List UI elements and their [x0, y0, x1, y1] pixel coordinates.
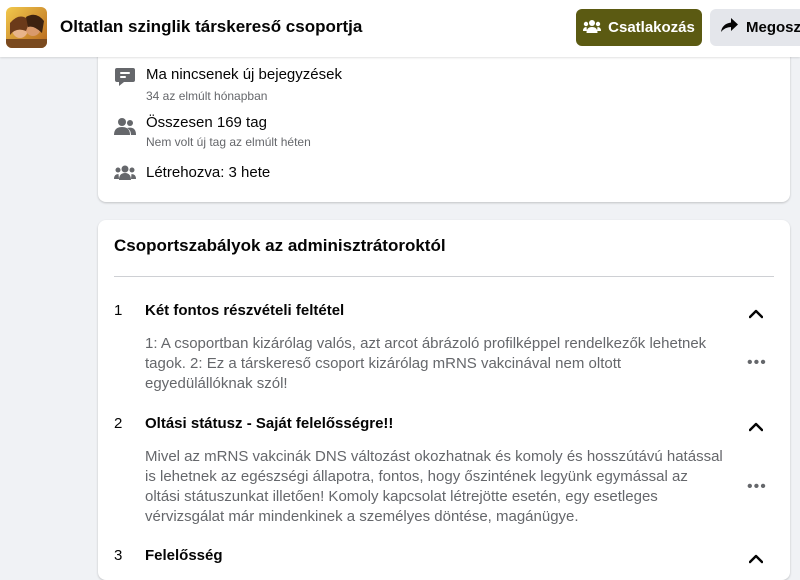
rule-title: Két fontos részvételi feltétel — [145, 302, 345, 319]
rule-body: 1: A csoportban kizárólag valós, azt arc… — [145, 335, 707, 392]
rule-title: Oltási státusz - Saját felelősségre!! — [145, 415, 394, 432]
people-icon — [114, 115, 136, 137]
join-group-button[interactable]: Csatlakozás — [576, 9, 702, 46]
rules-heading: Csoportszabályok az adminisztrátoroktól — [114, 236, 446, 255]
group-title[interactable]: Oltatlan szinglik társkereső csoportja — [60, 17, 362, 37]
more-options-icon[interactable]: ••• — [747, 478, 767, 496]
rules-card: Csoportszabályok az adminisztrátoroktól … — [98, 220, 790, 580]
chat-bubble-icon — [114, 66, 136, 88]
created-text: Létrehozva: 3 hete — [146, 164, 271, 181]
rule-body: Mivel az mRNS vakcinák DNS változást oko… — [145, 448, 723, 525]
rule-number: 3 — [114, 547, 123, 564]
rules-divider — [114, 276, 774, 277]
rule-title: Felelősség — [145, 547, 223, 564]
share-button-label: Megosz — [746, 19, 800, 36]
group-header: Oltatlan szinglik társkereső csoportja C… — [0, 0, 800, 57]
members-week-text: Nem volt új tag az elmúlt héten — [146, 135, 311, 149]
share-arrow-icon — [721, 18, 738, 37]
join-button-label: Csatlakozás — [608, 19, 695, 36]
more-options-icon[interactable]: ••• — [747, 354, 767, 372]
chevron-up-icon[interactable] — [748, 419, 764, 432]
posts-month-text: 34 az elmúlt hónapban — [146, 89, 268, 103]
members-total-text: Összesen 169 tag — [146, 114, 267, 131]
chevron-up-icon[interactable] — [748, 551, 764, 564]
group-icon — [114, 162, 136, 184]
group-avatar[interactable] — [6, 7, 47, 48]
rule-number: 1 — [114, 302, 123, 319]
group-icon — [583, 19, 602, 37]
chevron-up-icon[interactable] — [748, 306, 764, 319]
posts-today-text: Ma nincsenek új bejegyzések — [146, 66, 342, 83]
share-button[interactable]: Megosz — [710, 9, 800, 46]
rule-number: 2 — [114, 415, 123, 432]
